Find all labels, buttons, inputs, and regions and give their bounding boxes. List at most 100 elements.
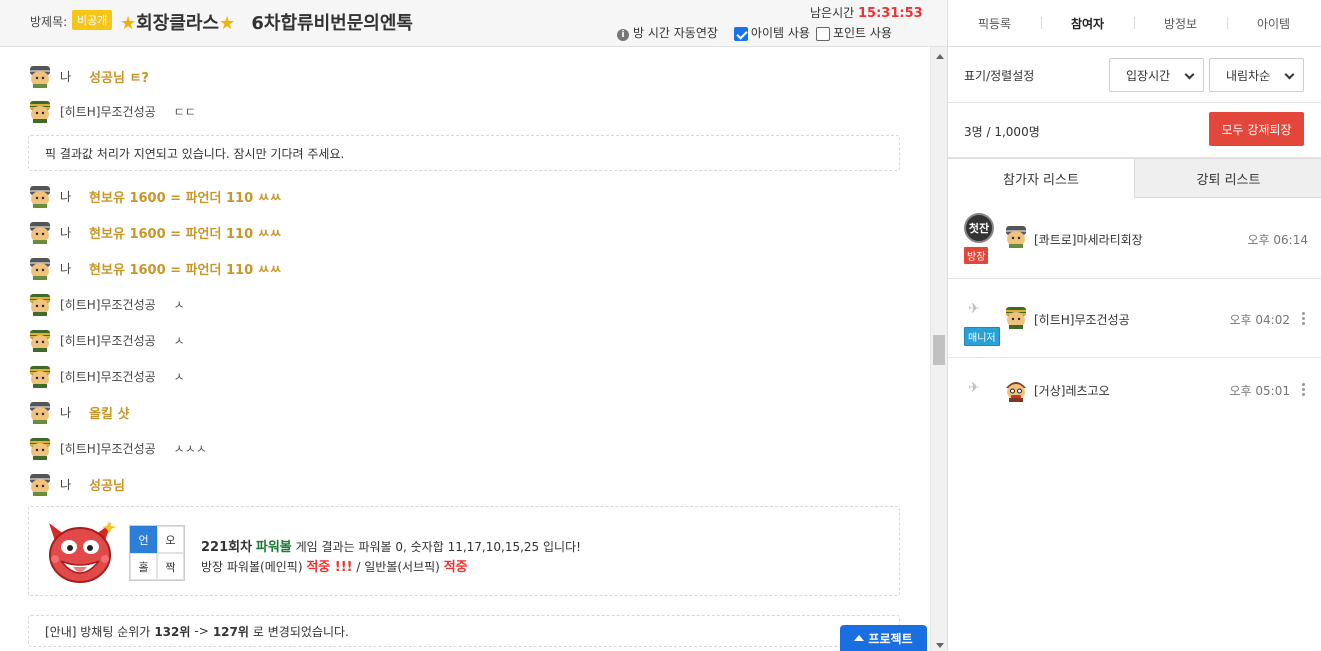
chat-message: 나 올킬 샷: [28, 400, 129, 424]
room-title-label: 방제목:: [30, 15, 68, 29]
chat-message: 나 성공님 ㅌ?: [28, 64, 149, 88]
rank-icon: ✈: [968, 301, 980, 317]
avatar[interactable]: [28, 292, 52, 316]
chat-message-text: 현보유 1600 = 파언더 110 ㅆㅆ: [89, 226, 282, 242]
chat-sender-name[interactable]: 나: [60, 188, 71, 205]
sort-by-select[interactable]: 입장시간: [1109, 58, 1204, 92]
room-title-suffix: 6차합류비번문의엔톡: [251, 13, 413, 34]
sort-order-select[interactable]: 내림차순: [1209, 58, 1304, 92]
chat-sender-name[interactable]: 나: [60, 68, 71, 85]
scroll-down-arrow-icon[interactable]: [936, 643, 944, 648]
participant-name: [콰트로]마세라티회장: [1034, 233, 1143, 247]
chat-message: [히트H]무조건성공 ㅅㅅㅅ: [28, 436, 207, 460]
panel-tabs: 픽등록 참여자 방정보 아이템: [948, 0, 1321, 47]
room-options: i 방 시간 자동연장 아이템 사용 포인트 사용: [617, 24, 892, 41]
chat-sender-name[interactable]: [히트H]무조건성공: [60, 440, 156, 457]
system-notice-text: 픽 결과값 처리가 지연되고 있습니다. 잠시만 기다려 주세요.: [45, 146, 345, 161]
rank-notice: [안내] 방채팅 순위가 132위 -> 127위 로 변경되었습니다.: [28, 615, 900, 647]
avatar[interactable]: [28, 400, 52, 424]
chat-message-text: 성공님 ㅌ?: [89, 70, 149, 86]
remaining-label: 남은시간: [810, 6, 855, 20]
chat-message: [히트H]무조건성공 ㅅ: [28, 364, 185, 388]
participant-item[interactable]: ✈ [거상]레츠고오 오후 05:01: [948, 358, 1321, 422]
participant-name: [거상]레츠고오: [1034, 384, 1110, 398]
auto-extend-toggle[interactable]: i 방 시간 자동연장: [617, 24, 718, 41]
tab-participants[interactable]: 참여자: [1041, 15, 1134, 32]
chat-scrollbar[interactable]: [930, 47, 947, 651]
participant-count: 3명 / 1,000명: [964, 125, 1040, 139]
avatar[interactable]: [28, 472, 52, 496]
chat-sender-name[interactable]: [히트H]무조건성공: [60, 332, 156, 349]
chat-sender-name[interactable]: 나: [60, 476, 71, 493]
avatar[interactable]: [28, 184, 52, 208]
tab-pick-register[interactable]: 픽등록: [948, 15, 1041, 32]
avatar[interactable]: [28, 220, 52, 244]
avatar[interactable]: [28, 99, 52, 123]
participant-name: [히트H]무조건성공: [1034, 313, 1130, 327]
chat-message: [히트H]무조건성공 ㅅ: [28, 292, 185, 316]
level-badge-icon: 첫잔: [964, 213, 994, 243]
chat-message-text: ㅅ: [173, 369, 185, 384]
avatar: [1006, 382, 1026, 402]
protect-button-label: 프로젝트: [868, 631, 913, 646]
remaining-time: 남은시간 15:31:53: [810, 4, 923, 21]
tab-room-info[interactable]: 방정보: [1134, 15, 1227, 32]
rank-from: 132위: [154, 624, 191, 639]
role-badge-manager: 매니저: [964, 327, 1000, 346]
participant-item[interactable]: 첫잔 방장 [콰트로]마세라티회장 오후 06:14: [948, 198, 1321, 279]
avatar: [1006, 226, 1026, 248]
grid-cell-over: 오: [157, 526, 184, 553]
result-game: 파워볼: [255, 540, 292, 555]
grid-cell-odd: 홀: [130, 553, 157, 580]
rank-arrow: ->: [194, 624, 209, 638]
chat-sender-name[interactable]: [히트H]무조건성공: [60, 296, 156, 313]
protect-button[interactable]: 프로젝트: [840, 625, 927, 651]
participant-item[interactable]: ✈ 매니저 [히트H]무조건성공 오후 04:02: [948, 279, 1321, 358]
chat-message-text: 현보유 1600 = 파언더 110 ㅆㅆ: [89, 190, 282, 206]
sort-order-value: 내림차순: [1226, 68, 1271, 83]
chat-message: [히트H]무조건성공 ㄷㄷ: [28, 99, 196, 123]
result-round: 221회차: [201, 540, 253, 555]
avatar[interactable]: [28, 364, 52, 388]
checkbox-unchecked-icon: [815, 26, 830, 41]
side-panel: 픽등록 참여자 방정보 아이템 표기/정렬설정 입장시간 내림차순 3명 / 1…: [947, 0, 1321, 651]
chat-message: 나 현보유 1600 = 파언더 110 ㅆㅆ: [28, 184, 282, 208]
chat-sender-name[interactable]: 나: [60, 404, 71, 421]
tab-kicked-list[interactable]: 강퇴 리스트: [1134, 158, 1321, 198]
sort-label: 표기/정렬설정: [964, 69, 1035, 83]
chat-message-text: 현보유 1600 = 파언더 110 ㅆㅆ: [89, 262, 282, 278]
tab-items[interactable]: 아이템: [1227, 15, 1320, 32]
participant-subtabs: 참가자 리스트 강퇴 리스트: [948, 158, 1321, 198]
grid-cell-even: 짝: [157, 553, 184, 580]
result-line-1: 221회차 파워볼 게임 결과는 파워볼 0, 숫자합 11,17,10,15,…: [201, 536, 581, 555]
chevron-down-icon: [1184, 69, 1195, 80]
scrollbar-thumb[interactable]: [933, 335, 945, 365]
chat-message-text: ㅅ: [173, 333, 185, 348]
avatar[interactable]: [28, 436, 52, 460]
avatar[interactable]: [28, 328, 52, 352]
tab-participant-list[interactable]: 참가자 리스트: [948, 158, 1134, 198]
app: 방제목: 비공개 ★회장클라스★ 6차합류비번문의엔톡 남은시간 15:31:5…: [0, 0, 1321, 651]
rank-to: 127위: [212, 624, 249, 639]
private-badge: 비공개: [72, 10, 113, 30]
kick-all-button[interactable]: 모두 강제퇴장: [1209, 112, 1304, 146]
more-options-icon[interactable]: [1302, 383, 1306, 397]
rank-notice-prefix: [안내] 방채팅 순위가: [45, 624, 151, 639]
chat-sender-name[interactable]: 나: [60, 260, 71, 277]
chat-message: 나 현보유 1600 = 파언더 110 ㅆㅆ: [28, 256, 282, 280]
chevron-down-icon: [1284, 69, 1295, 80]
chat-area: 나 성공님 ㅌ? [히트H]무조건성공 ㄷㄷ 픽 결과값 처리가 지연되고 있습니다. …: [0, 47, 930, 651]
use-item-checkbox[interactable]: 아이템 사용: [733, 24, 810, 41]
chat-sender-name[interactable]: [히트H]무조건성공: [60, 368, 156, 385]
more-options-icon[interactable]: [1302, 312, 1306, 326]
participant-count-row: 3명 / 1,000명 모두 강제퇴장: [948, 103, 1321, 158]
avatar[interactable]: [28, 64, 52, 88]
owner-pick-hit: 적중 !!!: [306, 560, 353, 575]
scroll-up-arrow-icon[interactable]: [936, 54, 944, 59]
chat-sender-name[interactable]: 나: [60, 224, 71, 241]
rank-notice-suffix: 로 변경되었습니다.: [252, 624, 349, 639]
chat-message-text: ㄷㄷ: [173, 104, 196, 119]
avatar[interactable]: [28, 256, 52, 280]
chat-sender-name[interactable]: [히트H]무조건성공: [60, 103, 156, 120]
use-point-checkbox[interactable]: 포인트 사용: [815, 24, 892, 41]
